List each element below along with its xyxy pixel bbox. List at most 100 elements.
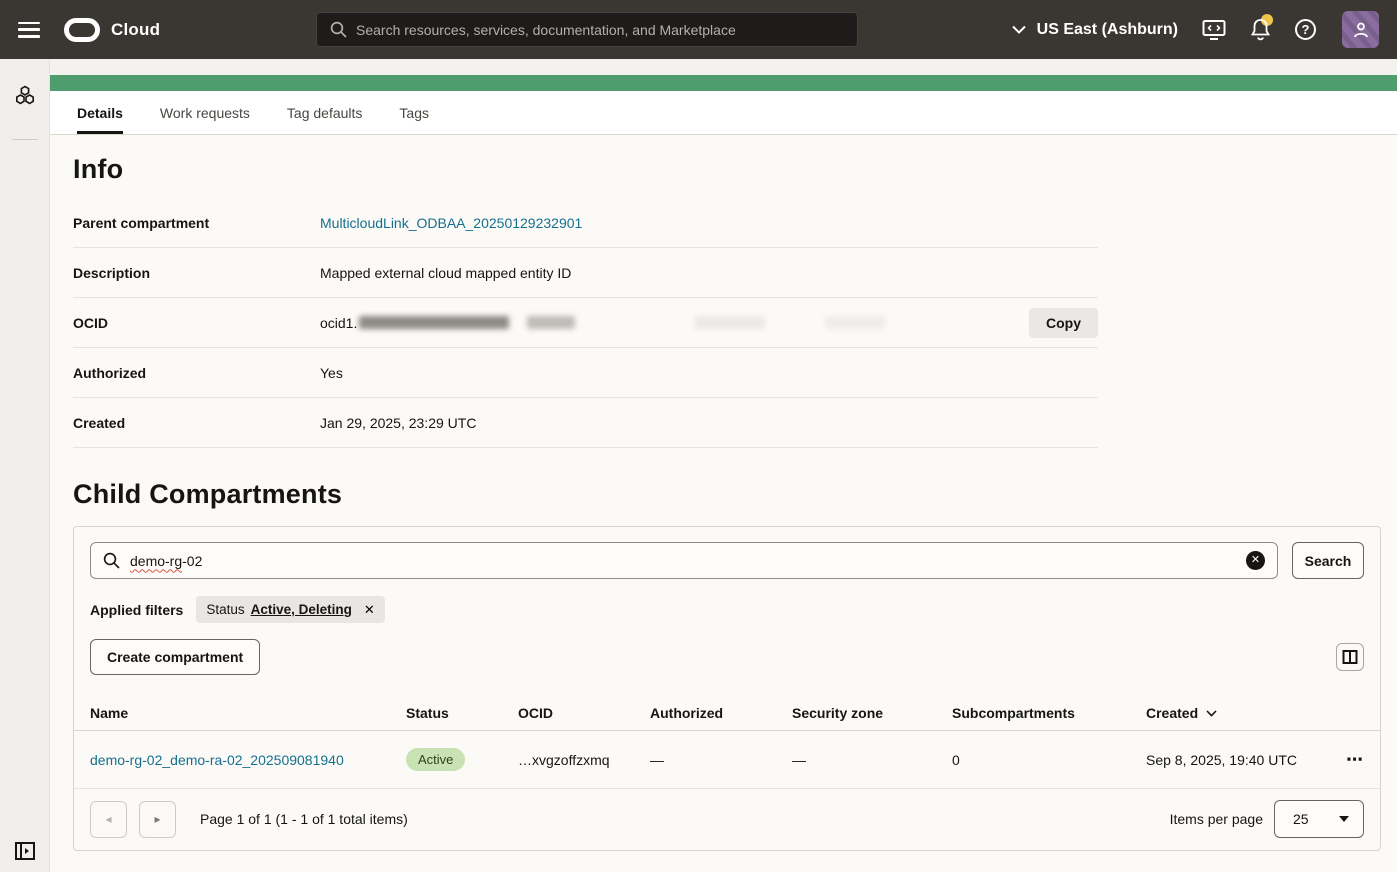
search-icon	[103, 552, 120, 569]
cell-authorized: —	[650, 752, 792, 768]
compartments-table: Name Status OCID Authorized Security zon…	[74, 696, 1380, 789]
info-label: Parent compartment	[73, 215, 320, 231]
cell-ocid: …xvgzoffzxmq	[518, 752, 650, 768]
search-query-text: demo-rg	[130, 553, 182, 569]
user-avatar[interactable]	[1342, 11, 1379, 48]
compartment-search-row: demo-rg-02 ✕ Search	[90, 542, 1364, 579]
table-actions-row: Create compartment	[90, 639, 1364, 675]
manage-columns-button[interactable]	[1336, 643, 1364, 671]
hamburger-menu-icon[interactable]	[18, 22, 40, 38]
child-compartments-card: demo-rg-02 ✕ Search Applied filters Stat…	[73, 526, 1381, 851]
clear-search-button[interactable]: ✕	[1246, 551, 1265, 570]
topbar-right: US East (Ashburn) ?	[1012, 0, 1397, 59]
dropdown-arrow-icon	[1339, 816, 1349, 822]
info-label: Authorized	[73, 365, 320, 381]
tab-details[interactable]: Details	[77, 91, 123, 134]
global-search-input[interactable]	[356, 22, 857, 38]
authorized-value: Yes	[320, 365, 1098, 381]
redacted-text	[527, 316, 575, 329]
ocid-value: ocid1. Copy	[320, 308, 1098, 338]
compartment-banner-art	[50, 75, 1397, 91]
left-rail	[0, 59, 50, 872]
page-body: Info Parent compartment MulticloudLink_O…	[50, 154, 1397, 851]
info-heading: Info	[73, 154, 1397, 185]
table-header: Name Status OCID Authorized Security zon…	[74, 696, 1380, 731]
column-header-status[interactable]: Status	[406, 705, 518, 721]
info-row-description: Description Mapped external cloud mapped…	[73, 248, 1098, 298]
pagination: ◂ ▸ Page 1 of 1 (1 - 1 of 1 total items)…	[74, 789, 1380, 850]
items-per-page-select[interactable]: 25	[1274, 800, 1364, 838]
info-row-created: Created Jan 29, 2025, 23:29 UTC	[73, 398, 1098, 448]
help-button[interactable]: ?	[1295, 19, 1316, 40]
tab-bar: Details Work requests Tag defaults Tags	[50, 91, 1397, 135]
topbar: Cloud US East (Ashburn) ?	[0, 0, 1397, 59]
applied-filters-row: Applied filters Status Active, Deleting …	[90, 596, 1364, 623]
info-label: OCID	[73, 315, 320, 331]
next-page-button[interactable]: ▸	[139, 801, 176, 838]
notifications-button[interactable]	[1250, 18, 1271, 41]
person-icon	[1352, 21, 1370, 39]
child-compartments-heading: Child Compartments	[73, 479, 1397, 510]
info-row-ocid: OCID ocid1. Copy	[73, 298, 1098, 348]
region-selector[interactable]: US East (Ashburn)	[1012, 21, 1178, 39]
compartment-name-link[interactable]: demo-rg-02_demo-ra-02_202509081940	[90, 752, 344, 768]
cell-subcompartments: 0	[952, 752, 1146, 768]
oracle-logo-icon	[64, 18, 100, 42]
search-query-text: -02	[182, 553, 202, 569]
description-value: Mapped external cloud mapped entity ID	[320, 265, 1098, 281]
search-button[interactable]: Search	[1292, 542, 1364, 579]
chevron-down-icon	[1012, 25, 1026, 34]
cell-created: Sep 8, 2025, 19:40 UTC	[1146, 752, 1346, 768]
chip-prefix: Status	[206, 602, 244, 617]
bell-icon	[1250, 18, 1271, 41]
expand-panel-button[interactable]	[0, 840, 50, 862]
column-header-created[interactable]: Created	[1146, 705, 1346, 721]
info-label: Description	[73, 265, 320, 281]
chip-value[interactable]: Active, Deleting	[251, 602, 352, 617]
copy-ocid-button[interactable]: Copy	[1029, 308, 1098, 338]
cloud-shell-button[interactable]	[1202, 19, 1226, 41]
sort-chevron-down-icon	[1206, 710, 1217, 717]
created-value: Jan 29, 2025, 23:29 UTC	[320, 415, 1098, 431]
brand-name: Cloud	[111, 20, 160, 40]
column-header-name[interactable]: Name	[90, 705, 406, 721]
column-header-authorized[interactable]: Authorized	[650, 705, 792, 721]
remove-filter-icon[interactable]: ✕	[364, 602, 375, 618]
scroll-strip	[50, 59, 1397, 75]
cell-security-zone: —	[792, 752, 952, 768]
items-per-page-value: 25	[1293, 811, 1309, 827]
region-name: US East (Ashburn)	[1037, 21, 1178, 39]
row-actions-menu-icon[interactable]: ⋯	[1346, 750, 1364, 770]
info-label: Created	[73, 415, 320, 431]
compartments-icon[interactable]	[0, 81, 50, 111]
redacted-text	[695, 316, 765, 329]
columns-icon	[1342, 649, 1358, 665]
create-compartment-button[interactable]: Create compartment	[90, 639, 260, 675]
info-table: Parent compartment MulticloudLink_ODBAA_…	[73, 198, 1098, 448]
info-row-authorized: Authorized Yes	[73, 348, 1098, 398]
compartment-search-input[interactable]: demo-rg-02 ✕	[90, 542, 1278, 579]
applied-filters-label: Applied filters	[90, 602, 183, 618]
status-filter-chip[interactable]: Status Active, Deleting ✕	[196, 596, 384, 623]
previous-page-button[interactable]: ◂	[90, 801, 127, 838]
parent-compartment-link[interactable]: MulticloudLink_ODBAA_20250129232901	[320, 215, 582, 231]
column-header-ocid[interactable]: OCID	[518, 705, 650, 721]
tab-work-requests[interactable]: Work requests	[160, 91, 250, 134]
info-row-parent-compartment: Parent compartment MulticloudLink_ODBAA_…	[73, 198, 1098, 248]
tab-tag-defaults[interactable]: Tag defaults	[287, 91, 363, 134]
column-header-security-zone[interactable]: Security zone	[792, 705, 952, 721]
table-row[interactable]: demo-rg-02_demo-ra-02_202509081940 Activ…	[74, 731, 1380, 789]
items-per-page-label: Items per page	[1170, 811, 1263, 827]
help-icon: ?	[1295, 19, 1316, 40]
brand[interactable]: Cloud	[64, 18, 160, 42]
status-badge: Active	[406, 748, 465, 771]
search-icon	[330, 21, 347, 38]
tab-tags[interactable]: Tags	[399, 91, 429, 134]
redacted-text	[825, 316, 885, 329]
pagination-summary: Page 1 of 1 (1 - 1 of 1 total items)	[200, 811, 408, 827]
redacted-text	[359, 316, 509, 329]
main-content: Details Work requests Tag defaults Tags …	[50, 59, 1397, 872]
global-search[interactable]	[316, 12, 858, 47]
rail-divider	[12, 139, 38, 140]
column-header-subcompartments[interactable]: Subcompartments	[952, 705, 1146, 721]
